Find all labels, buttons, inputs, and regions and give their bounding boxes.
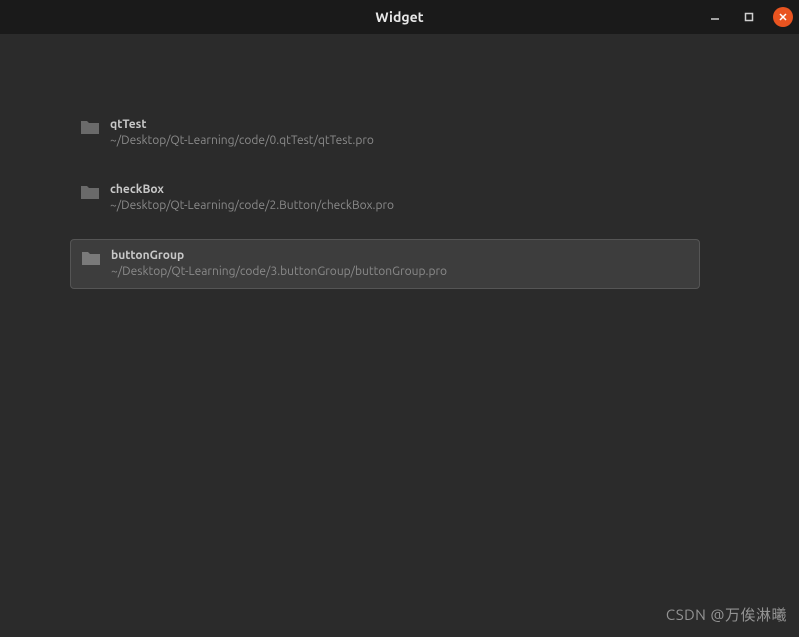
folder-icon bbox=[81, 250, 101, 266]
watermark: CSDN @万俟淋曦 bbox=[666, 604, 787, 625]
titlebar: Widget bbox=[0, 0, 799, 34]
project-text: buttonGroup ~/Desktop/Qt-Learning/code/3… bbox=[111, 248, 447, 279]
close-button[interactable] bbox=[773, 7, 793, 27]
project-text: qtTest ~/Desktop/Qt-Learning/code/0.qtTe… bbox=[110, 117, 374, 148]
project-path: ~/Desktop/Qt-Learning/code/0.qtTest/qtTe… bbox=[110, 133, 374, 149]
folder-icon bbox=[80, 184, 100, 200]
project-item-buttongroup[interactable]: buttonGroup ~/Desktop/Qt-Learning/code/3… bbox=[70, 239, 700, 288]
project-name: buttonGroup bbox=[111, 248, 447, 264]
project-name: qtTest bbox=[110, 117, 374, 133]
content-area: qtTest ~/Desktop/Qt-Learning/code/0.qtTe… bbox=[0, 34, 799, 289]
project-name: checkBox bbox=[110, 182, 394, 198]
project-path: ~/Desktop/Qt-Learning/code/3.buttonGroup… bbox=[111, 264, 447, 280]
project-list: qtTest ~/Desktop/Qt-Learning/code/0.qtTe… bbox=[70, 109, 700, 289]
folder-icon bbox=[80, 119, 100, 135]
maximize-button[interactable] bbox=[739, 7, 759, 27]
project-item-checkbox[interactable]: checkBox ~/Desktop/Qt-Learning/code/2.Bu… bbox=[70, 174, 700, 221]
window-controls bbox=[705, 7, 793, 27]
window-title: Widget bbox=[375, 9, 423, 25]
minimize-button[interactable] bbox=[705, 7, 725, 27]
project-path: ~/Desktop/Qt-Learning/code/2.Button/chec… bbox=[110, 198, 394, 214]
project-item-qttest[interactable]: qtTest ~/Desktop/Qt-Learning/code/0.qtTe… bbox=[70, 109, 700, 156]
project-text: checkBox ~/Desktop/Qt-Learning/code/2.Bu… bbox=[110, 182, 394, 213]
